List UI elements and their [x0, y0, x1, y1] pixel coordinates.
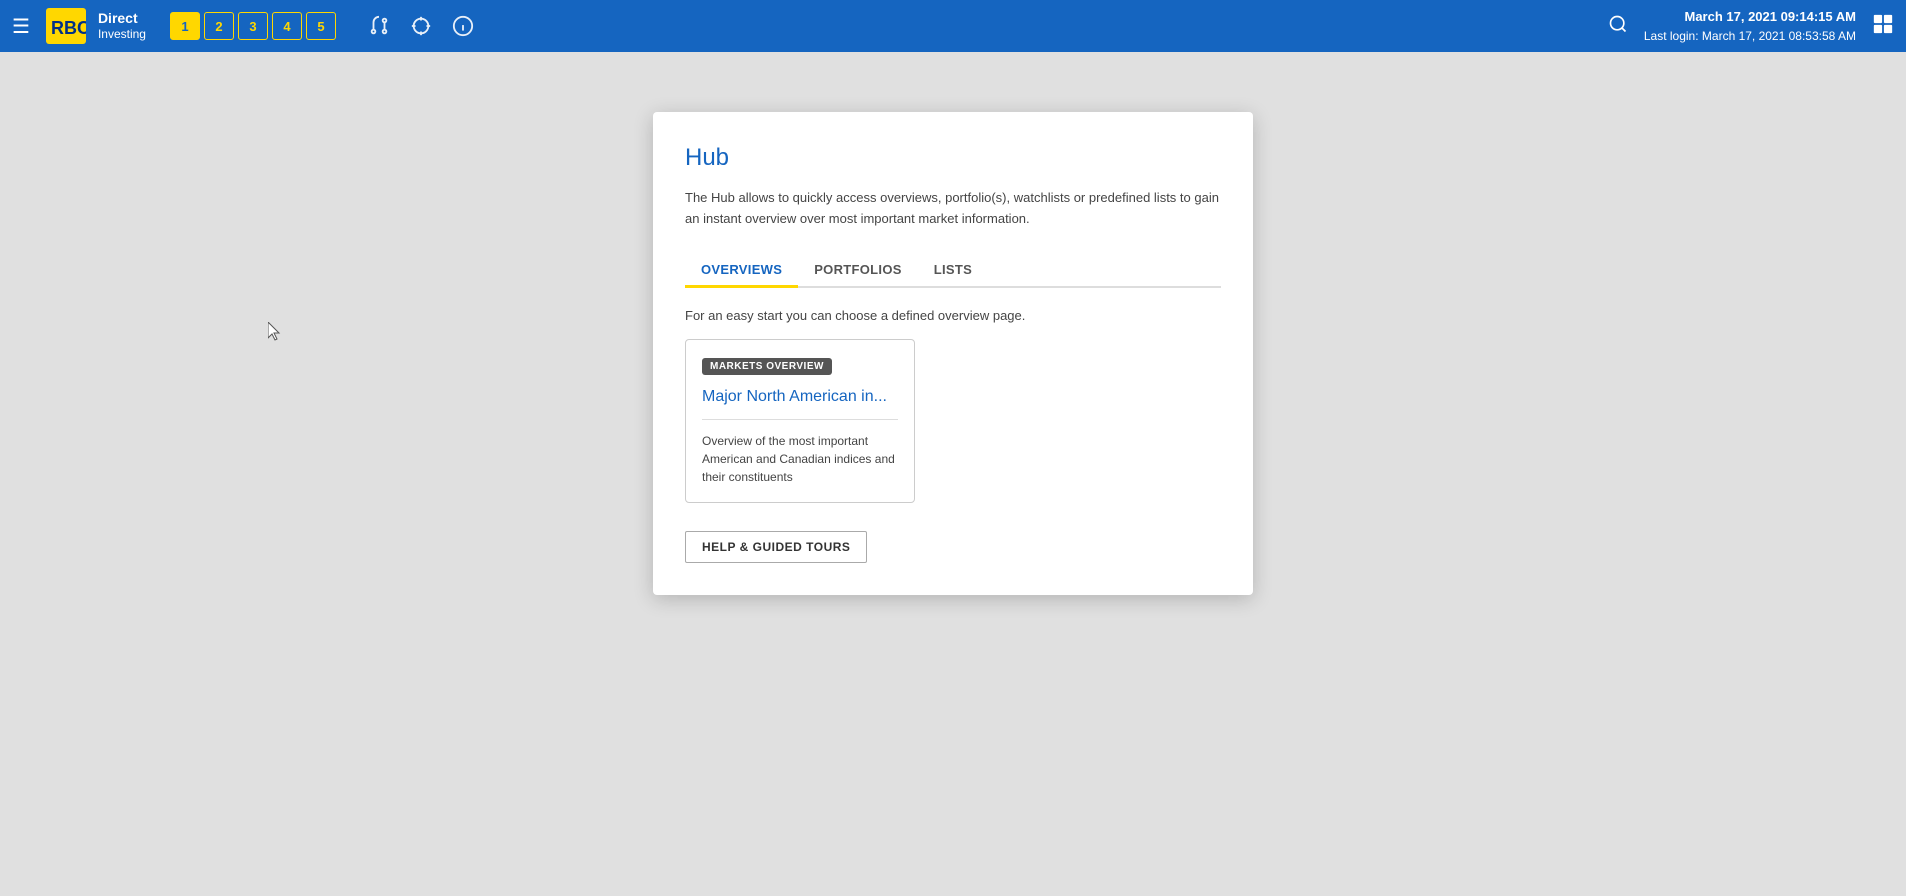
help-guided-tours-button[interactable]: HELP & GUIDED TOURS — [685, 531, 867, 563]
hub-description: The Hub allows to quickly access overvie… — [685, 188, 1221, 230]
last-login: Last login: March 17, 2021 08:53:58 AM — [1644, 27, 1856, 45]
hub-modal: Hub The Hub allows to quickly access ove… — [653, 112, 1253, 595]
hub-tabs: OVERVIEWS PORTFOLIOS LISTS — [685, 254, 1221, 288]
hub-subtitle: For an easy start you can choose a defin… — [685, 308, 1221, 323]
nav-tab-2[interactable]: 2 — [204, 12, 234, 40]
navbar-right: March 17, 2021 09:14:15 AM Last login: M… — [1608, 7, 1894, 45]
hamburger-icon[interactable]: ☰ — [12, 14, 30, 39]
nav-icons — [368, 15, 474, 37]
main-datetime: March 17, 2021 09:14:15 AM — [1644, 7, 1856, 27]
card-title: Major North American in... — [702, 387, 898, 408]
mouse-cursor — [268, 322, 284, 342]
datetime-block: March 17, 2021 09:14:15 AM Last login: M… — [1644, 7, 1856, 45]
card-description: Overview of the most important American … — [702, 432, 898, 486]
info-icon[interactable] — [452, 15, 474, 37]
brand-text: Direct Investing — [98, 10, 146, 41]
svg-text:RBC: RBC — [51, 18, 86, 38]
branch-icon[interactable] — [368, 15, 390, 37]
crosshair-icon[interactable] — [410, 15, 432, 37]
navbar: ☰ RBC Direct Investing 1 2 3 4 5 — [0, 0, 1906, 52]
card-badge: MARKETS OVERVIEW — [702, 358, 832, 375]
nav-tab-5[interactable]: 5 — [306, 12, 336, 40]
hub-title: Hub — [685, 144, 1221, 172]
tab-portfolios[interactable]: PORTFOLIOS — [798, 254, 918, 288]
rbc-logo[interactable]: RBC — [46, 8, 86, 44]
nav-tabs: 1 2 3 4 5 — [170, 12, 336, 40]
tab-overviews[interactable]: OVERVIEWS — [685, 254, 798, 288]
nav-tab-1[interactable]: 1 — [170, 12, 200, 40]
nav-tab-3[interactable]: 3 — [238, 12, 268, 40]
card-divider — [702, 419, 898, 420]
overview-card[interactable]: MARKETS OVERVIEW Major North American in… — [685, 339, 915, 504]
navbar-left: ☰ RBC Direct Investing 1 2 3 4 5 — [12, 8, 474, 44]
grid-menu-icon[interactable] — [1872, 13, 1894, 40]
nav-tab-4[interactable]: 4 — [272, 12, 302, 40]
search-icon[interactable] — [1608, 14, 1628, 39]
main-area: Hub The Hub allows to quickly access ove… — [0, 52, 1906, 896]
tab-lists[interactable]: LISTS — [918, 254, 988, 288]
